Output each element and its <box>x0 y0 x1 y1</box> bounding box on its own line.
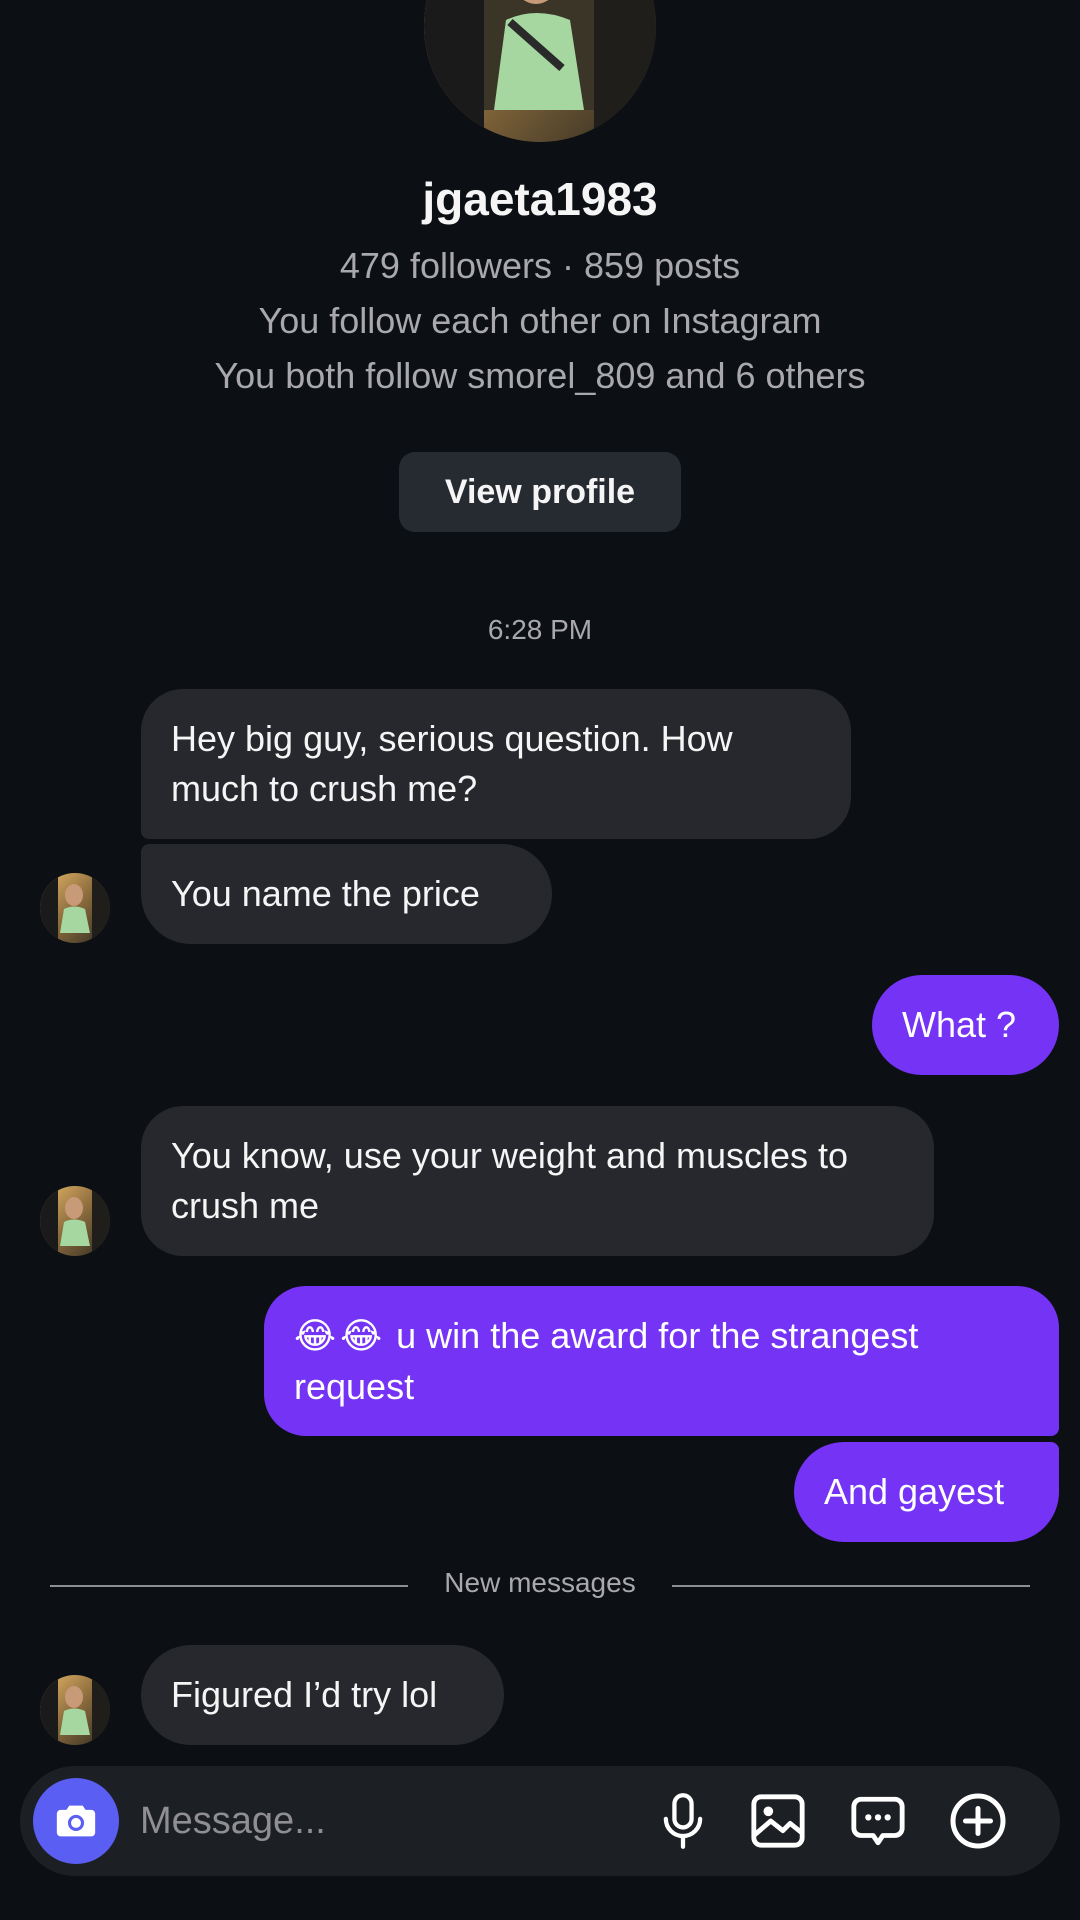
microphone-icon <box>663 1793 703 1849</box>
camera-button[interactable] <box>33 1778 119 1864</box>
microphone-button[interactable] <box>651 1789 715 1853</box>
laughing-emoji: 😂😂 <box>294 1315 387 1357</box>
view-profile-button[interactable]: View profile <box>399 452 681 532</box>
sticker-chat-icon <box>851 1796 905 1846</box>
chat-timestamp: 6:28 PM <box>487 614 593 645</box>
message-bubble-outgoing[interactable]: What ? <box>872 975 1059 1075</box>
sender-avatar[interactable] <box>40 873 110 943</box>
sender-avatar[interactable] <box>40 1186 110 1256</box>
profile-mutual-follow: You follow each other on Instagram <box>258 300 822 341</box>
message-text: u win the award for the strangest reques… <box>294 1314 919 1407</box>
sender-avatar[interactable] <box>40 1675 110 1745</box>
message-input[interactable] <box>140 1786 640 1856</box>
gallery-icon <box>751 1794 805 1848</box>
message-bubble-outgoing[interactable]: And gayest <box>794 1442 1059 1542</box>
new-messages-divider: New messages <box>444 1567 636 1598</box>
add-icon <box>950 1793 1006 1849</box>
profile-stats: 479 followers · 859 posts <box>339 245 741 286</box>
gallery-button[interactable] <box>746 1789 810 1853</box>
add-button[interactable] <box>946 1789 1010 1853</box>
profile-username: jgaeta1983 <box>422 173 658 225</box>
message-bubble-incoming[interactable]: You know, use your weight and muscles to… <box>141 1106 934 1256</box>
profile-mutual-friends: You both follow smorel_809 and 6 others <box>214 355 866 396</box>
sticker-chat-button[interactable] <box>846 1789 910 1853</box>
message-bubble-incoming[interactable]: Figured I’d try lol <box>141 1645 504 1745</box>
camera-icon <box>56 1805 96 1837</box>
message-bubble-outgoing[interactable]: 😂😂 u win the award for the strangest req… <box>264 1286 1059 1436</box>
message-bubble-incoming[interactable]: You name the price <box>141 844 552 944</box>
message-bubble-incoming[interactable]: Hey big guy, serious question. How much … <box>141 689 851 839</box>
separator-line-right <box>672 1585 1030 1587</box>
profile-avatar[interactable] <box>424 0 656 142</box>
